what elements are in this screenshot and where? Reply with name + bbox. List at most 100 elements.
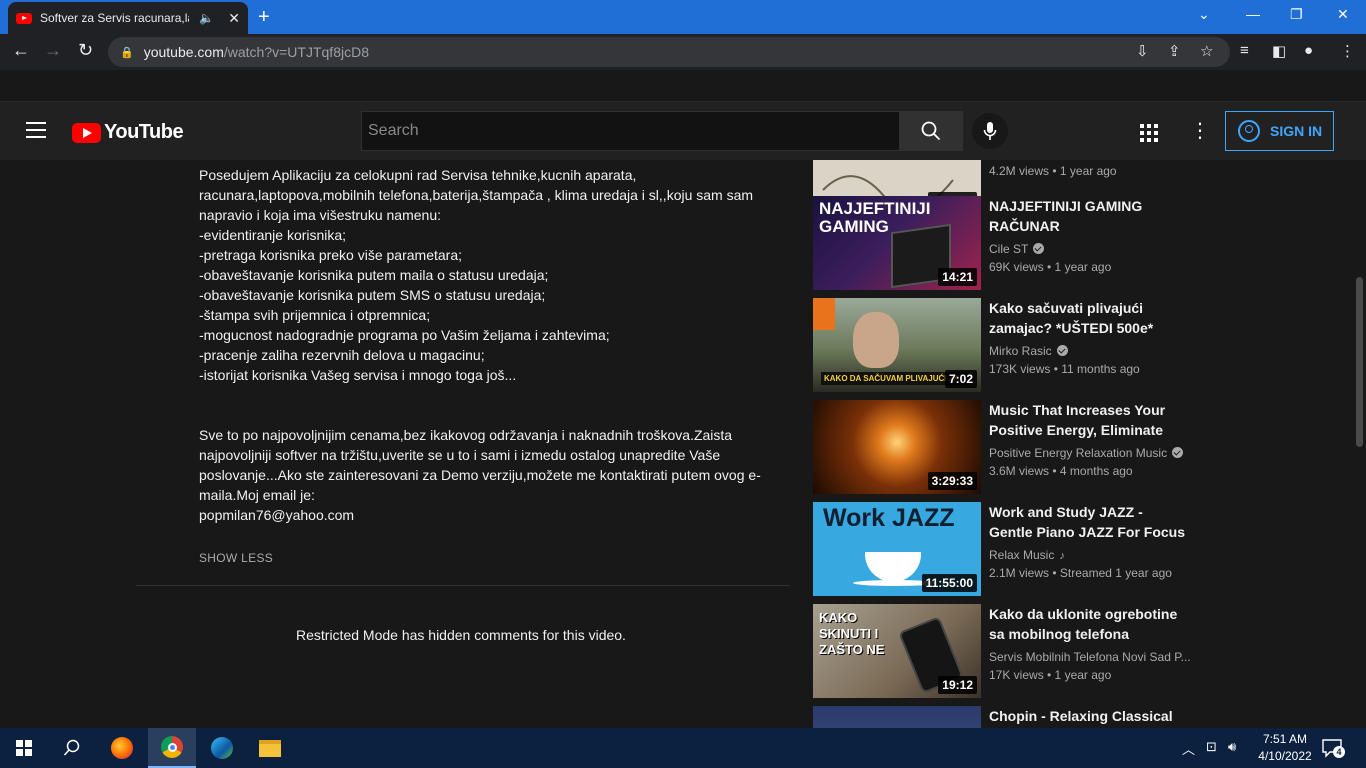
video-title[interactable]: Work and Study JAZZ - Gentle Piano JAZZ …	[989, 502, 1189, 542]
restore-button[interactable]: ❐	[1290, 6, 1303, 23]
person-face-shape	[853, 312, 899, 368]
related-video[interactable]: 3:29:33 Music That Increases Your Positi…	[813, 400, 1193, 494]
thumbnail-caption: Work JAZZ	[823, 504, 955, 532]
divider	[136, 585, 790, 586]
microphone-icon	[983, 122, 997, 140]
channel-name[interactable]: Mirko Rasic	[989, 344, 1193, 358]
browser-tab[interactable]: Softver za Servis racunara,lap 🔈 ✕	[8, 2, 248, 34]
show-hidden-icons[interactable]: ︿	[1182, 739, 1195, 758]
related-video[interactable]: NAJJEFTINIJI GAMING 14:21 NAJJEFTINIJI G…	[813, 196, 1193, 290]
media-control-icon[interactable]: ≡	[1240, 42, 1249, 59]
search-input[interactable]	[368, 122, 899, 140]
edge-icon	[211, 737, 233, 759]
channel-name[interactable]: Servis Mobilnih Telefona Novi Sad P...	[989, 650, 1193, 664]
lock-icon[interactable]: 🔒	[120, 46, 134, 59]
video-title[interactable]: Kako sačuvati plivajući zamajac? *UŠTEDI…	[989, 298, 1189, 338]
windows-taskbar: ︿ ⊡ 🔊︎ 7:51 AM 4/10/2022 4	[0, 728, 1366, 768]
side-panel-icon[interactable]: ◧	[1272, 42, 1286, 60]
video-thumbnail[interactable]: NAJJEFTINIJI GAMING 14:21	[813, 196, 981, 290]
share-icon[interactable]: ⇪	[1168, 42, 1181, 60]
video-meta: 2.1M views • Streamed 1 year ago	[989, 566, 1172, 580]
video-duration: 3:29:33	[927, 472, 977, 490]
video-title[interactable]: Kako da uklonite ogrebotine sa mobilnog …	[989, 604, 1189, 644]
menu-icon[interactable]	[26, 122, 46, 138]
video-meta: 4.2M views • 1 year ago	[989, 164, 1117, 178]
sign-in-label: SIGN IN	[1270, 123, 1323, 139]
back-icon[interactable]: ←	[12, 40, 30, 61]
description-paragraph-1: Posedujem Aplikaciju za celokupni rad Se…	[199, 167, 754, 383]
notification-count-badge: 4	[1333, 746, 1345, 758]
related-videos-list: 2:15:55 4.2M views • 1 year ago NAJJEFTI…	[813, 160, 1193, 728]
show-less-button[interactable]: SHOW LESS	[199, 551, 273, 565]
related-video[interactable]: KAKO SKINUTI I ZAŠTO NE 19:12 Kako da uk…	[813, 604, 1193, 698]
edge-taskbar-button[interactable]	[198, 728, 246, 768]
browser-tab-bar: Softver za Servis racunara,lap 🔈 ✕ + ⌄ —…	[0, 0, 1366, 34]
minimize-button[interactable]: —	[1246, 6, 1260, 22]
youtube-favicon-icon	[16, 12, 32, 24]
forward-icon[interactable]: →	[44, 40, 62, 61]
network-icon[interactable]: ⊡	[1206, 739, 1217, 755]
video-meta: 69K views • 1 year ago	[989, 260, 1112, 274]
firefox-taskbar-button[interactable]	[98, 728, 146, 768]
verified-icon	[1056, 345, 1068, 356]
video-thumbnail[interactable]: KAKO DA SAČUVAM PLIVAJUĆI ZAM 7:02	[813, 298, 981, 392]
notification-center-button[interactable]: 4	[1322, 738, 1345, 763]
start-button[interactable]	[0, 728, 48, 768]
youtube-logo[interactable]: YouTube	[72, 121, 184, 144]
video-title[interactable]: Chopin - Relaxing Classical	[989, 706, 1189, 726]
scrollbar-thumb[interactable]	[1356, 277, 1363, 447]
new-tab-button[interactable]: +	[258, 6, 270, 29]
related-video[interactable]: Chopin - Relaxing Classical	[813, 706, 1193, 728]
chrome-taskbar-button[interactable]	[148, 728, 196, 768]
browser-toolbar: ← → ↻ 🔒 youtube.com/watch?v=UTJTqf8jcD8 …	[0, 34, 1366, 70]
close-tab-icon[interactable]: ✕	[228, 10, 240, 27]
address-bar[interactable]: 🔒 youtube.com/watch?v=UTJTqf8jcD8	[108, 37, 1230, 67]
channel-name[interactable]: Positive Energy Relaxation Music	[989, 446, 1193, 460]
coffee-cup-shape	[865, 552, 921, 582]
video-title[interactable]: Music That Increases Your Positive Energ…	[989, 400, 1189, 440]
chrome-icon	[161, 736, 183, 758]
verified-icon	[1172, 447, 1184, 458]
video-duration: 14:21	[938, 268, 977, 286]
profile-icon[interactable]: ●	[1304, 42, 1313, 59]
video-thumbnail[interactable]: 3:29:33	[813, 400, 981, 494]
video-duration: 7:02	[944, 370, 977, 388]
tab-search-icon[interactable]: ⌄	[1198, 6, 1210, 23]
url-text: youtube.com/watch?v=UTJTqf8jcD8	[143, 44, 369, 60]
video-title[interactable]: NAJJEFTINIJI GAMING RAČUNAR	[989, 196, 1189, 236]
settings-more-icon[interactable]: ⋮	[1190, 118, 1210, 143]
channel-name[interactable]: Cile ST	[989, 242, 1193, 256]
search-taskbar-button[interactable]	[48, 728, 96, 768]
wrench-badge-icon	[813, 298, 835, 330]
video-duration: 19:12	[938, 676, 977, 694]
speaker-icon[interactable]: 🔈	[199, 11, 214, 25]
system-clock[interactable]: 7:51 AM 4/10/2022	[1255, 731, 1315, 765]
reload-icon[interactable]: ↻	[78, 40, 93, 61]
sign-in-button[interactable]: SIGN IN	[1225, 111, 1334, 151]
related-video[interactable]: KAKO DA SAČUVAM PLIVAJUĆI ZAM 7:02 Kako …	[813, 298, 1193, 392]
restricted-mode-message: Restricted Mode has hidden comments for …	[296, 627, 626, 643]
bookmark-star-icon[interactable]: ☆	[1200, 42, 1213, 60]
page-scrollbar[interactable]	[1353, 160, 1366, 728]
firefox-icon	[111, 737, 133, 759]
related-video[interactable]: Work JAZZ 11:55:00 Work and Study JAZZ -…	[813, 502, 1193, 596]
volume-icon[interactable]: 🔊︎	[1228, 739, 1236, 755]
video-thumbnail[interactable]: KAKO SKINUTI I ZAŠTO NE 19:12	[813, 604, 981, 698]
music-note-icon: ♪	[1059, 550, 1065, 562]
file-explorer-taskbar-button[interactable]	[246, 728, 294, 768]
verified-icon	[1033, 243, 1045, 254]
search-button[interactable]	[899, 111, 963, 151]
voice-search-button[interactable]	[972, 113, 1008, 149]
description-paragraph-2: Sve to po najpovoljnijim cenama,bez ikak…	[199, 427, 761, 523]
video-thumbnail[interactable]	[813, 706, 981, 728]
apps-grid-icon[interactable]	[1140, 124, 1158, 142]
video-meta: 3.6M views • 4 months ago	[989, 464, 1133, 478]
channel-name[interactable]: Relax Music ♪	[989, 548, 1193, 562]
search-icon	[63, 739, 80, 756]
close-window-button[interactable]: ✕	[1337, 6, 1349, 23]
video-thumbnail[interactable]: Work JAZZ 11:55:00	[813, 502, 981, 596]
install-icon[interactable]: ⇩	[1136, 42, 1149, 60]
chrome-menu-icon[interactable]: ⋮	[1340, 42, 1355, 60]
youtube-play-icon	[72, 122, 101, 143]
folder-icon	[259, 739, 281, 757]
